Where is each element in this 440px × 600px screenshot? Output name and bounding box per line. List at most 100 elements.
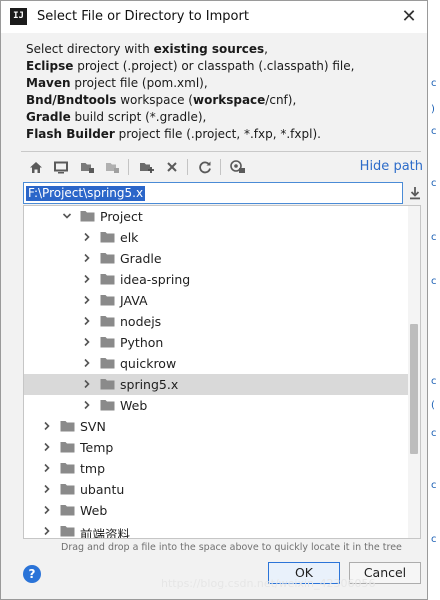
project-folder-icon[interactable]: [78, 158, 96, 176]
desc-bold: Flash Builder: [26, 127, 115, 141]
tree-scrollbar[interactable]: [408, 206, 420, 538]
tree-item-label: Web: [120, 398, 148, 413]
desc-text: workspace (: [116, 93, 193, 107]
tree-row[interactable]: quickrow: [24, 353, 408, 374]
desc-bold: existing sources: [153, 42, 265, 56]
module-folder-icon[interactable]: [103, 158, 121, 176]
file-chooser-toolbar: Hide path: [23, 156, 423, 180]
tree-item-label: nodejs: [120, 314, 162, 329]
folder-icon: [100, 232, 115, 243]
chevron-right-icon[interactable]: [42, 421, 52, 431]
tree-row[interactable]: Web: [24, 395, 408, 416]
folder-icon: [80, 211, 95, 222]
delete-icon[interactable]: [163, 158, 181, 176]
tree-row[interactable]: Web: [24, 500, 408, 521]
toolbar-separator: [128, 159, 129, 175]
tree-row[interactable]: tmp: [24, 458, 408, 479]
desktop-icon[interactable]: [52, 158, 70, 176]
desc-text: build script (*.gradle),: [70, 110, 207, 124]
chevron-right-icon[interactable]: [82, 358, 92, 368]
desc-bold: Maven: [26, 76, 71, 90]
desc-text: Select directory with: [26, 42, 154, 56]
tree-row[interactable]: Gradle: [24, 248, 408, 269]
folder-icon: [100, 337, 115, 348]
chevron-right-icon[interactable]: [42, 505, 52, 515]
folder-icon: [60, 463, 75, 474]
desc-text: project (.project) or classpath (.classp…: [73, 59, 355, 73]
tree-row[interactable]: idea-spring: [24, 269, 408, 290]
help-icon[interactable]: ?: [23, 565, 41, 583]
path-field[interactable]: F:\Project\spring5.x: [23, 182, 403, 204]
close-icon[interactable]: ✕: [395, 3, 423, 31]
intellij-app-icon: IJ: [10, 8, 27, 25]
chevron-right-icon[interactable]: [42, 442, 52, 452]
tree-item-label: Project: [100, 209, 143, 224]
tree-item-label: Temp: [80, 440, 114, 455]
folder-icon: [60, 442, 75, 453]
folder-icon: [60, 526, 75, 537]
chevron-right-icon[interactable]: [82, 379, 92, 389]
tree-item-label: Gradle: [120, 251, 162, 266]
folder-icon: [100, 400, 115, 411]
tree-item-label: spring5.x: [120, 377, 179, 392]
toolbar-separator: [220, 159, 221, 175]
chevron-right-icon[interactable]: [82, 295, 92, 305]
tree-row[interactable]: JAVA: [24, 290, 408, 311]
folder-icon: [100, 379, 115, 390]
path-value: F:\Project\spring5.x: [26, 186, 146, 201]
chevron-right-icon[interactable]: [82, 232, 92, 242]
folder-icon: [60, 505, 75, 516]
chevron-right-icon[interactable]: [82, 316, 92, 326]
tree-item-label: elk: [120, 230, 139, 245]
tree-item-label: ubantu: [80, 482, 125, 497]
tree-row[interactable]: Python: [24, 332, 408, 353]
tree-row[interactable]: nodejs: [24, 311, 408, 332]
tree-item-label: quickrow: [120, 356, 177, 371]
refresh-icon[interactable]: [196, 158, 214, 176]
chevron-right-icon[interactable]: [42, 484, 52, 494]
tree-row[interactable]: ubantu: [24, 479, 408, 500]
folder-icon: [60, 484, 75, 495]
tree-item-label: Python: [120, 335, 164, 350]
desc-bold: Gradle: [26, 110, 71, 124]
title-bar: IJ Select File or Directory to Import ✕: [1, 1, 427, 33]
directory-tree[interactable]: 前端资料 Web ubantu tmp Temp SVN Web spring5.x quick…: [23, 205, 421, 539]
desc-bold: Eclipse: [26, 59, 74, 73]
tree-row[interactable]: elk: [24, 227, 408, 248]
desc-text: project file (pom.xml),: [70, 76, 208, 90]
tree-item-label: tmp: [80, 461, 106, 476]
toolbar-separator: [187, 159, 188, 175]
tree-row[interactable]: SVN: [24, 416, 408, 437]
chevron-right-icon[interactable]: [82, 253, 92, 263]
tree-row[interactable]: 前端资料: [24, 521, 408, 539]
chevron-right-icon[interactable]: [82, 274, 92, 284]
desc-bold: workspace: [192, 93, 266, 107]
folder-icon: [100, 295, 115, 306]
background-editor-strip: c ) c c c c c ( c c c: [429, 0, 440, 600]
folder-icon: [100, 253, 115, 264]
hide-path-link[interactable]: Hide path: [360, 159, 423, 174]
dialog-title: Select File or Directory to Import: [37, 9, 249, 24]
tree-row[interactable]: Temp: [24, 437, 408, 458]
desc-text: /cnf),: [265, 93, 297, 107]
download-icon[interactable]: [407, 184, 423, 202]
desc-bold: Bnd/Bndtools: [26, 93, 117, 107]
new-folder-icon[interactable]: [137, 158, 155, 176]
tree-item-label: JAVA: [120, 293, 148, 308]
tree-row[interactable]: spring5.x: [24, 374, 408, 395]
desc-text: project file (.project, *.fxp, *.fxpl).: [114, 127, 321, 141]
chevron-right-icon[interactable]: [82, 400, 92, 410]
scrollbar-thumb[interactable]: [410, 324, 418, 454]
home-icon[interactable]: [27, 158, 45, 176]
folder-icon: [100, 358, 115, 369]
chevron-right-icon[interactable]: [42, 526, 52, 536]
chevron-right-icon[interactable]: [82, 337, 92, 347]
drag-drop-hint: Drag and drop a file into the space abov…: [61, 542, 402, 553]
divider: [21, 151, 421, 152]
tree-item-label: 前端资料: [80, 527, 131, 539]
chevron-down-icon[interactable]: [62, 211, 72, 221]
folder-icon: [60, 421, 75, 432]
tree-row[interactable]: Project: [24, 206, 408, 227]
chevron-right-icon[interactable]: [42, 463, 52, 473]
show-hidden-icon[interactable]: [229, 158, 247, 176]
